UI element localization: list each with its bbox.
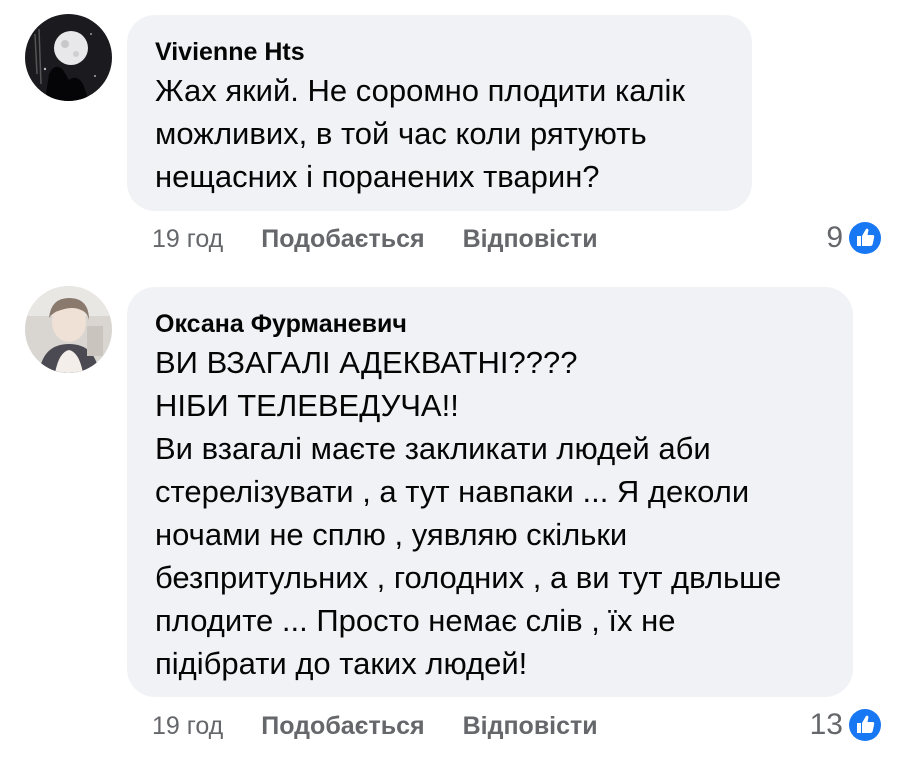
reply-button[interactable]: Відповісти: [463, 712, 598, 741]
comment-text-line: нещасних і поранених тварин?: [155, 159, 600, 194]
comment-text-line: Жах який. Не соромно плодити калік: [155, 73, 685, 108]
comment-author[interactable]: Vivienne Hts: [155, 37, 724, 67]
comment-bubble: Vivienne Hts Жах який. Не соромно плодит…: [127, 15, 752, 211]
comment-text-line: можливих, в той час коли рятують: [155, 116, 647, 151]
comment-author[interactable]: Оксана Фурманевич: [155, 309, 825, 339]
avatar[interactable]: [25, 14, 112, 101]
comment-text-line: стерелізувати , а тут навпаки ... Я деко…: [155, 474, 750, 509]
avatar-image: [25, 286, 112, 373]
comment-text-line: ВИ ВЗАГАЛІ АДЕКВАТНІ????: [155, 345, 578, 380]
comment-actions: 19 год Подобається Відповісти: [152, 708, 598, 744]
comment-actions: 19 год Подобається Відповісти: [152, 221, 598, 257]
like-button[interactable]: Подобається: [261, 712, 424, 741]
reaction-summary[interactable]: 9: [826, 218, 883, 258]
reaction-count: 9: [826, 221, 843, 254]
avatar[interactable]: [25, 286, 112, 373]
comment-text-line: НІБИ ТЕЛЕВЕДУЧА!!: [155, 388, 459, 423]
comment-text-line: плодите ... Просто немає слів , їх не: [155, 603, 676, 638]
reaction-summary[interactable]: 13: [810, 705, 883, 745]
comment-timestamp[interactable]: 19 год: [152, 225, 223, 254]
reply-button[interactable]: Відповісти: [463, 225, 598, 254]
avatar-image: [25, 14, 112, 101]
comment-text-line: підібрати до таких людей!: [155, 646, 528, 681]
reaction-count: 13: [809, 708, 843, 741]
comment-timestamp[interactable]: 19 год: [152, 712, 223, 741]
comment-text-line: ночами не сплю , уявляю скільки: [155, 517, 628, 552]
like-button[interactable]: Подобається: [261, 225, 424, 254]
comment-text: Жах який. Не соромно плодити калік можли…: [155, 69, 724, 198]
comment-bubble: Оксана Фурманевич ВИ ВЗАГАЛІ АДЕКВАТНІ??…: [127, 287, 853, 697]
like-icon: [847, 220, 883, 256]
like-icon: [847, 707, 883, 743]
comment-text-line: безпритульних , голодних , а ви тут двль…: [155, 560, 782, 595]
comment-text-line: Ви взагалі маєте закликати людей аби: [155, 431, 711, 466]
comment-text: ВИ ВЗАГАЛІ АДЕКВАТНІ???? НІБИ ТЕЛЕВЕДУЧА…: [155, 341, 825, 685]
